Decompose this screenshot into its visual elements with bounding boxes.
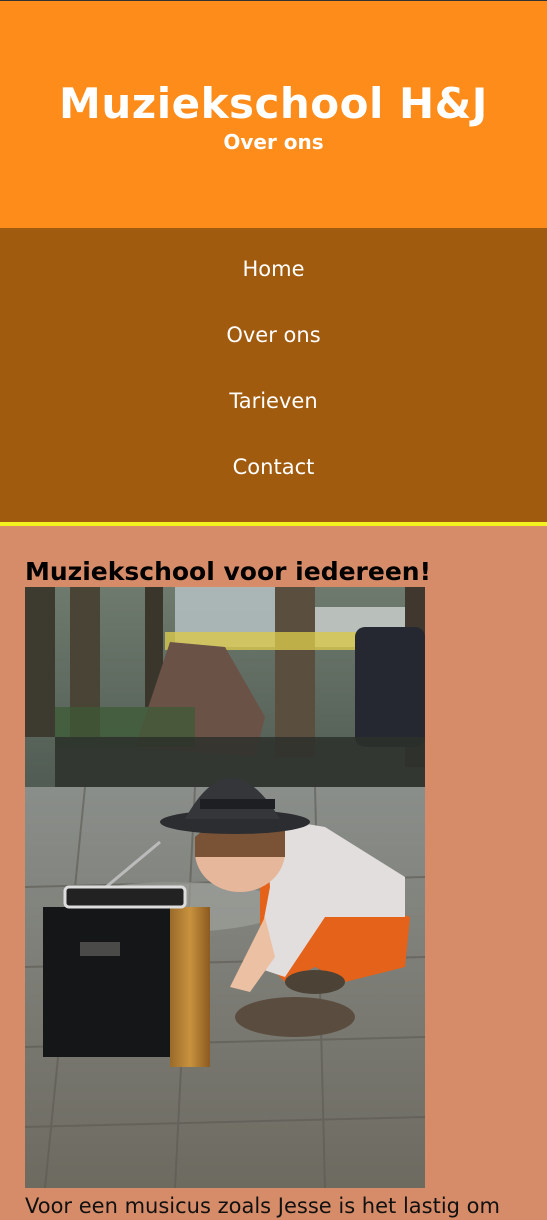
site-header: Muziekschool H&J Over ons [0,1,547,228]
page-subtitle: Over ons [223,130,324,154]
nav-item-home[interactable]: Home [0,232,547,298]
nav-item-contact[interactable]: Contact [0,430,547,496]
hero-photo [25,587,425,1188]
nav-item-over-ons[interactable]: Over ons [0,298,547,364]
nav-item-tarieven[interactable]: Tarieven [0,364,547,430]
main-content: Muziekschool voor iedereen! Voor een mus… [0,526,547,1220]
main-navigation: Home Over ons Tarieven Contact [0,228,547,526]
site-title: Muziekschool H&J [59,79,488,128]
section-heading: Muziekschool voor iedereen! [25,557,431,586]
